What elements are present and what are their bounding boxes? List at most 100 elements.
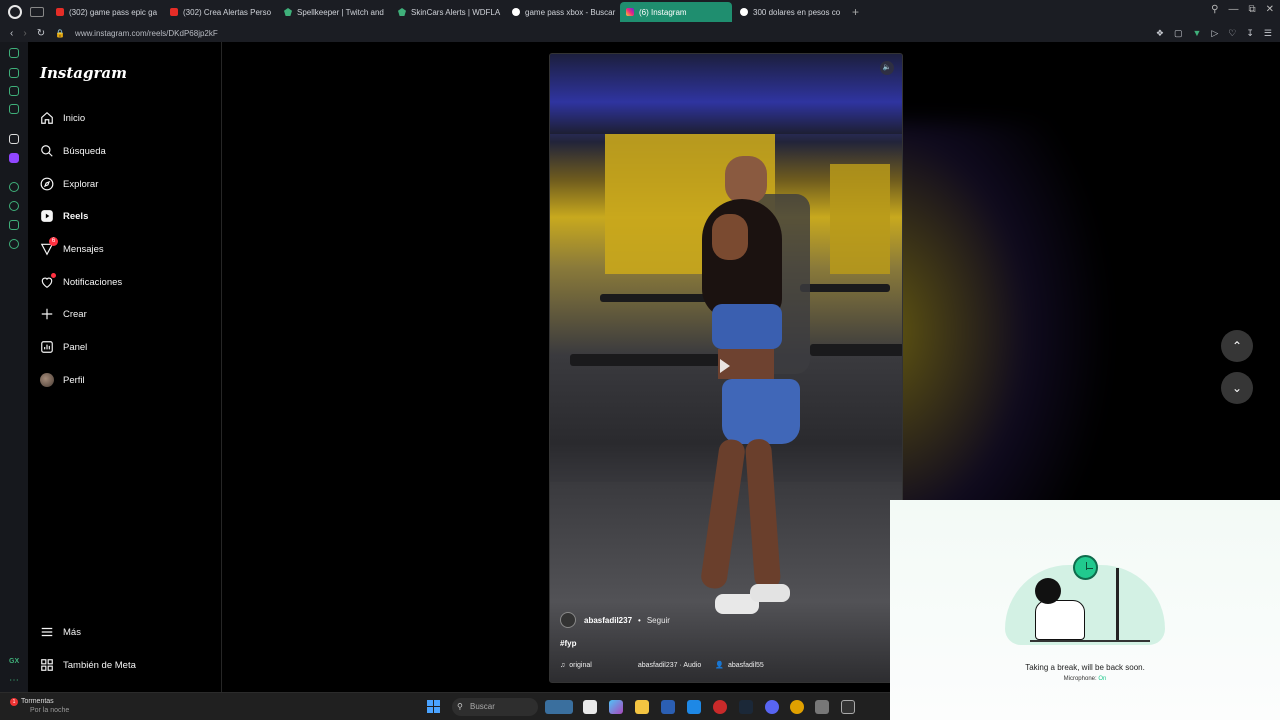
tab-5-active[interactable]: (6) Instagram bbox=[620, 2, 732, 22]
new-tab-button[interactable]: + bbox=[852, 5, 859, 19]
back-icon[interactable]: ‹ bbox=[10, 28, 13, 39]
weather-widget[interactable]: 1 Tormentas Por la noche bbox=[10, 697, 69, 715]
follow-button[interactable]: Seguir bbox=[647, 616, 670, 625]
widgets-icon[interactable] bbox=[545, 700, 573, 714]
clock-icon bbox=[1073, 555, 1098, 580]
vpn-icon[interactable]: ▼ bbox=[1192, 28, 1201, 39]
browser-tab-bar: (302) game pass epic ga (302) Crea Alert… bbox=[0, 0, 1280, 24]
nav-item-inicio[interactable]: Inicio bbox=[40, 108, 85, 128]
audio-credit[interactable]: abasfadil237 · Audio bbox=[638, 661, 701, 669]
discord-icon[interactable] bbox=[765, 700, 779, 714]
window-controls: ⚲ — ⧉ ✕ bbox=[1211, 4, 1274, 15]
gx-corner-icon[interactable] bbox=[9, 68, 19, 78]
player-icon[interactable] bbox=[9, 182, 19, 192]
nav-item-explorar[interactable]: Explorar bbox=[40, 174, 98, 194]
nav-item-perfil[interactable]: Perfil bbox=[40, 370, 85, 390]
author-username[interactable]: abasfadil237 bbox=[584, 616, 632, 625]
taskbar-search[interactable]: Buscar bbox=[452, 698, 538, 716]
file-explorer-icon[interactable] bbox=[635, 700, 649, 714]
chrome-icon[interactable] bbox=[790, 700, 804, 714]
chevron-up-icon: ⌃ bbox=[1231, 339, 1243, 353]
video-ceiling bbox=[550, 54, 902, 134]
video-treadmill bbox=[600, 294, 710, 302]
nav-item-mas[interactable]: Más bbox=[40, 622, 81, 642]
reel-caption[interactable]: #fyp bbox=[560, 639, 576, 648]
windows-taskbar: 1Tormentas Por la noche Buscar bbox=[0, 692, 890, 720]
music-note-icon: ♫ bbox=[560, 661, 566, 669]
search-tabs-icon[interactable]: ⚲ bbox=[1211, 4, 1218, 15]
nav-item-reels[interactable]: Reels bbox=[40, 206, 88, 226]
avatar bbox=[40, 373, 54, 387]
gx-icon[interactable]: GX bbox=[9, 658, 19, 668]
gx-news-icon[interactable] bbox=[9, 104, 19, 114]
twitch-icon[interactable] bbox=[9, 153, 19, 163]
url-field[interactable]: www.instagram.com/reels/DKdP68jp2kF bbox=[75, 29, 218, 38]
volume-icon[interactable]: 🔈 bbox=[880, 61, 894, 75]
previous-reel-button[interactable]: ⌃ bbox=[1221, 330, 1253, 362]
weather-alert-badge: 1 bbox=[10, 698, 18, 706]
extensions-icon[interactable]: ❖ bbox=[1156, 28, 1164, 39]
tab-islands-icon[interactable] bbox=[30, 7, 44, 17]
nav-item-busqueda[interactable]: Búsqueda bbox=[40, 141, 106, 161]
video-treadmill bbox=[800, 284, 890, 292]
author-avatar[interactable] bbox=[560, 612, 576, 628]
instagram-icon bbox=[626, 8, 634, 16]
obs-icon[interactable] bbox=[841, 700, 855, 714]
tab-4[interactable]: game pass xbox - Buscar bbox=[506, 2, 618, 22]
store-icon[interactable] bbox=[661, 700, 675, 714]
tagged-user[interactable]: 👤 abasfadil55 bbox=[715, 661, 764, 670]
nav-item-crear[interactable]: Crear bbox=[40, 304, 87, 324]
settings-gear-icon[interactable] bbox=[815, 700, 829, 714]
instagram-sidebar: Instagram Inicio Búsqueda Explorar Reels… bbox=[28, 42, 222, 692]
gx-store-icon[interactable] bbox=[9, 86, 19, 96]
chevron-down-icon: ⌄ bbox=[1231, 381, 1243, 395]
extensions-sidebar-icon[interactable] bbox=[9, 220, 19, 230]
reel-video[interactable]: 🔈 abasfadil237 • Seguir #fyp ♫ original a… bbox=[549, 53, 903, 683]
app-icon[interactable] bbox=[687, 700, 701, 714]
more-dots-icon[interactable]: ⋯ bbox=[9, 675, 19, 686]
windows-start-icon[interactable] bbox=[427, 700, 440, 713]
audio-original[interactable]: ♫ original bbox=[560, 661, 592, 669]
task-view-icon[interactable] bbox=[583, 700, 597, 714]
play-icon[interactable] bbox=[720, 359, 730, 373]
menu-icon bbox=[40, 625, 54, 639]
tab-2[interactable]: Spellkeeper | Twitch and bbox=[278, 2, 390, 22]
google-icon bbox=[512, 8, 520, 16]
gx-control-icon[interactable] bbox=[9, 48, 19, 58]
bookmark-heart-icon[interactable]: ♡ bbox=[1228, 28, 1236, 39]
download-icon[interactable]: ↧ bbox=[1246, 28, 1254, 39]
tab-3[interactable]: SkinCars Alerts | WDFLA bbox=[392, 2, 504, 22]
nav-item-notificaciones[interactable]: Notificaciones bbox=[40, 272, 122, 292]
copilot-icon[interactable] bbox=[609, 700, 623, 714]
tab-1[interactable]: (302) Crea Alertas Perso bbox=[164, 2, 276, 22]
close-icon[interactable]: ✕ bbox=[1266, 4, 1274, 15]
reel-author: abasfadil237 • Seguir bbox=[560, 612, 670, 628]
nav-item-panel[interactable]: Panel bbox=[40, 337, 87, 357]
artist-icon[interactable] bbox=[9, 134, 19, 144]
tab-6[interactable]: 300 dolares en pesos co bbox=[734, 2, 846, 22]
instagram-logo[interactable]: Instagram bbox=[40, 64, 127, 82]
video-treadmill bbox=[810, 344, 902, 356]
notification-dot bbox=[51, 273, 56, 278]
snapshot-icon[interactable]: ▢ bbox=[1174, 28, 1183, 39]
chart-icon bbox=[40, 340, 54, 354]
settings-icon[interactable] bbox=[9, 239, 19, 249]
next-reel-button[interactable]: ⌄ bbox=[1221, 372, 1253, 404]
opera-gx-icon[interactable] bbox=[713, 700, 727, 714]
easy-setup-icon[interactable]: ☰ bbox=[1264, 28, 1272, 39]
minimize-icon[interactable]: — bbox=[1228, 4, 1238, 15]
break-message: Taking a break, will be back soon. bbox=[1025, 663, 1145, 672]
play-icon[interactable]: ▷ bbox=[1211, 28, 1218, 39]
reload-icon[interactable]: ↻ bbox=[37, 28, 45, 39]
break-illustration-head bbox=[1035, 578, 1061, 604]
tab-0[interactable]: (302) game pass epic ga bbox=[50, 2, 162, 22]
nav-item-tambien-de-meta[interactable]: También de Meta bbox=[40, 655, 136, 675]
history-icon[interactable] bbox=[9, 201, 19, 211]
restore-icon[interactable]: ⧉ bbox=[1248, 4, 1255, 15]
nav-item-mensajes[interactable]: 6 Mensajes bbox=[40, 237, 104, 259]
opera-logo-icon[interactable] bbox=[8, 5, 22, 19]
reel-audio-row: ♫ original abasfadil237 · Audio 👤 abasfadi… bbox=[560, 661, 764, 670]
steam-icon[interactable] bbox=[739, 700, 753, 714]
compass-icon bbox=[40, 177, 54, 191]
forward-icon[interactable]: › bbox=[23, 28, 26, 39]
